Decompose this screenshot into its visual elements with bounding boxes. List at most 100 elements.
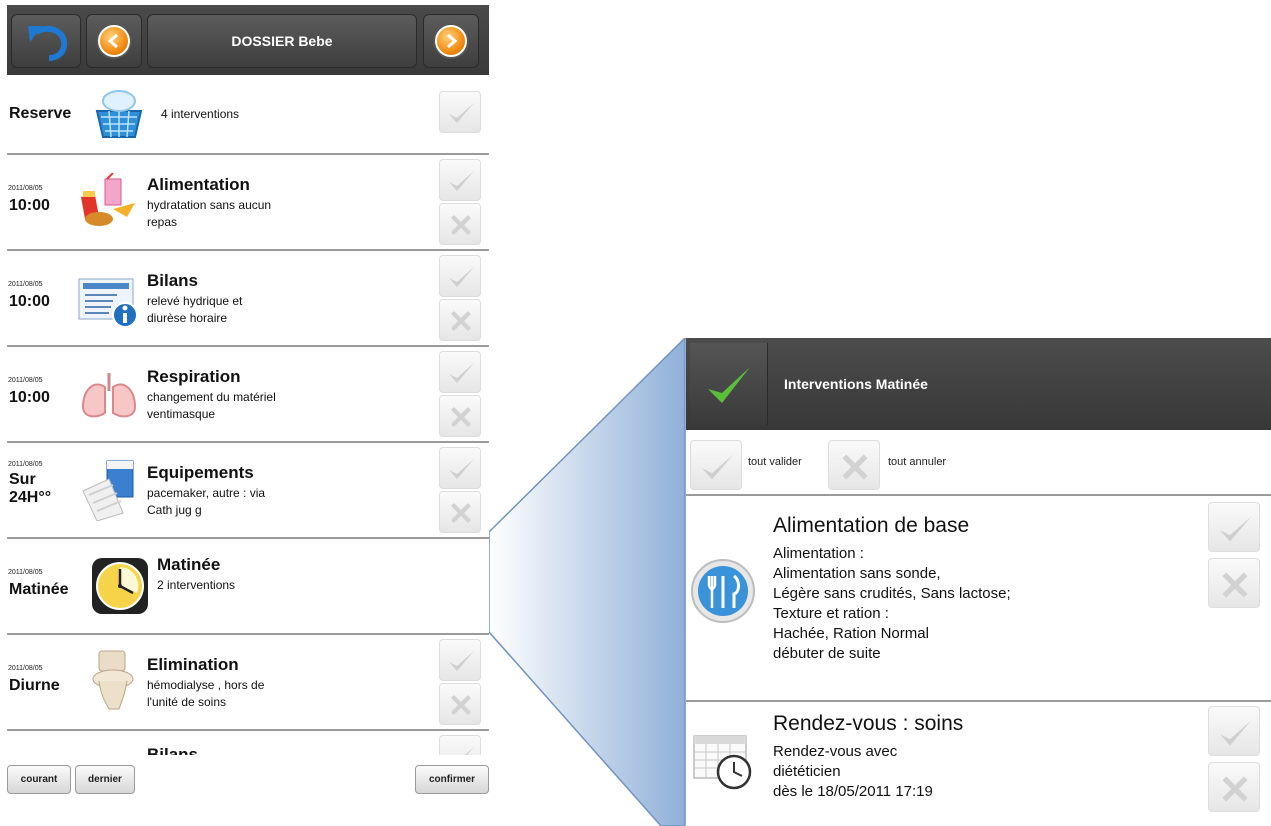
toilet-icon: [92, 650, 134, 710]
current-button[interactable]: courant: [7, 765, 71, 794]
validate-checkbox[interactable]: [439, 255, 481, 297]
bandage-icon: [82, 460, 134, 521]
validate-all-label[interactable]: tout valider: [748, 456, 802, 468]
item-time-line2: 24H°°: [9, 489, 52, 506]
cancel-all-label[interactable]: tout annuler: [888, 456, 946, 468]
item-desc-line2: diurèse horaire: [147, 311, 228, 325]
item-title: Elimination: [147, 655, 239, 674]
cancel-checkbox[interactable]: [439, 299, 481, 341]
item-desc-line2: Cath jug g: [147, 503, 202, 517]
item-line: Alimentation :: [773, 545, 864, 562]
item-desc-line1: hémodialyse , hors de: [147, 678, 265, 692]
item-time: Diurne: [9, 677, 60, 694]
list-item-reserve[interactable]: Reserve 4 interventions: [7, 75, 489, 155]
basket-icon: [95, 90, 143, 138]
validate-all-checkbox[interactable]: [690, 440, 742, 490]
validate-checkbox[interactable]: [439, 351, 481, 393]
item-title: Equipements: [147, 463, 254, 482]
reserve-label: Reserve: [9, 105, 72, 122]
item-desc-line2: repas: [147, 215, 178, 229]
validate-checkbox[interactable]: [439, 159, 481, 201]
cancel-checkbox[interactable]: [1208, 762, 1260, 812]
chart-info-icon: [78, 278, 138, 328]
item-title: Matinée: [157, 555, 221, 574]
item-time: 10:00: [9, 293, 50, 310]
page-title: DOSSIER Bebe: [147, 14, 417, 68]
previous-button[interactable]: [86, 14, 142, 68]
zoom-connector: [489, 338, 686, 826]
cancel-checkbox[interactable]: [439, 203, 481, 245]
item-desc-line1: changement du matériel: [147, 390, 276, 404]
validate-checkbox[interactable]: [1208, 502, 1260, 552]
item-title: Bilans: [147, 745, 199, 755]
item-title: Bilans: [147, 271, 199, 290]
reserve-count: 4 interventions: [161, 107, 240, 121]
confirm-button[interactable]: confirmer: [415, 765, 489, 794]
patient-file-screen: DOSSIER Bebe Reserve 4 interventions 201…: [7, 5, 489, 801]
bulk-actions: tout valider tout annuler: [686, 430, 1271, 496]
morning-interventions-panel: Interventions Matinée tout valider tout …: [686, 338, 1271, 826]
calendar-clock-icon: [693, 735, 752, 790]
item-desc-line1: hydratation sans aucun: [147, 198, 272, 212]
list-item-elimination[interactable]: 2011/08/05 Diurne Elimination hémodialys…: [7, 635, 489, 731]
undo-button[interactable]: [11, 14, 81, 68]
intervention-item-alimentation[interactable]: Alimentation de base Alimentation : Alim…: [686, 496, 1271, 702]
item-time: Matinée: [9, 581, 69, 598]
list-item-respiration[interactable]: 2011/08/05 10:00 Respiration changement …: [7, 347, 489, 443]
undo-icon: [28, 25, 68, 61]
intervention-item-rendez-vous[interactable]: Rendez-vous : soins Rendez-vous avec dié…: [686, 702, 1271, 826]
next-button[interactable]: [423, 14, 479, 68]
list-item-alimentation[interactable]: 2011/08/05 10:00 Alimentation hydratatio…: [7, 155, 489, 251]
cancel-checkbox[interactable]: [439, 491, 481, 533]
arrow-right-icon: [435, 25, 467, 57]
list-item-equipements[interactable]: 2011/08/05 Sur 24H°° Equipements pacemak…: [7, 443, 489, 539]
confirm-all-button[interactable]: [690, 343, 768, 425]
item-title: Rendez-vous : soins: [773, 712, 964, 735]
cancel-checkbox[interactable]: [1208, 558, 1260, 608]
cancel-checkbox[interactable]: [439, 683, 481, 725]
lungs-icon: [81, 373, 137, 418]
food-icon: [81, 173, 135, 226]
item-time-line1: Sur: [9, 471, 36, 488]
arrow-left-icon: [98, 25, 130, 57]
checkmark-icon: [708, 367, 750, 403]
panel-title: Interventions Matinée: [784, 376, 928, 392]
item-line: Alimentation sans sonde,: [773, 565, 941, 582]
item-desc-line2: ventimasque: [147, 407, 216, 421]
item-line: Légère sans crudités, Sans lactose;: [773, 585, 1011, 602]
item-desc-line1: 2 interventions: [157, 578, 236, 592]
item-line: diététicien: [773, 763, 841, 780]
list-item-bilans-partial[interactable]: Bilans: [7, 731, 489, 755]
item-date: 2011/08/05: [8, 665, 43, 672]
clock-icon: [92, 558, 148, 614]
list-item-matinee-group[interactable]: 2011/08/05 Matinée Matinée 2 interventio…: [7, 539, 489, 635]
item-line: Hachée, Ration Normal: [773, 625, 929, 642]
item-time: 10:00: [9, 197, 50, 214]
item-date: 2011/08/05: [8, 569, 43, 576]
item-title: Respiration: [147, 367, 241, 386]
item-title: Alimentation de base: [773, 514, 970, 537]
validate-checkbox[interactable]: [439, 735, 481, 755]
validate-checkbox[interactable]: [439, 447, 481, 489]
last-button[interactable]: dernier: [75, 765, 135, 794]
item-line: dès le 18/05/2011 17:19: [773, 783, 933, 800]
validate-checkbox[interactable]: [439, 91, 481, 133]
cancel-all-checkbox[interactable]: [828, 440, 880, 490]
validate-checkbox[interactable]: [439, 639, 481, 681]
bottom-toolbar: courant dernier confirmer: [7, 755, 489, 801]
item-line: Rendez-vous avec: [773, 743, 898, 760]
validate-checkbox[interactable]: [1208, 706, 1260, 756]
panel-header: Interventions Matinée: [686, 338, 1271, 430]
item-title: Alimentation: [147, 175, 250, 194]
item-date: 2011/08/05: [8, 281, 43, 288]
item-desc-line2: l'unité de soins: [147, 695, 227, 709]
item-line: Texture et ration :: [773, 605, 889, 622]
item-date: 2011/08/05: [8, 461, 43, 468]
item-desc-line1: relevé hydrique et: [147, 294, 243, 308]
top-toolbar: DOSSIER Bebe: [7, 5, 489, 75]
cancel-checkbox[interactable]: [439, 395, 481, 437]
list-item-bilans[interactable]: 2011/08/05 10:00 Bilans relevé hydrique …: [7, 251, 489, 347]
cutlery-icon: [691, 559, 755, 623]
item-desc-line1: pacemaker, autre : via: [147, 486, 266, 500]
item-time: 10:00: [9, 389, 50, 406]
